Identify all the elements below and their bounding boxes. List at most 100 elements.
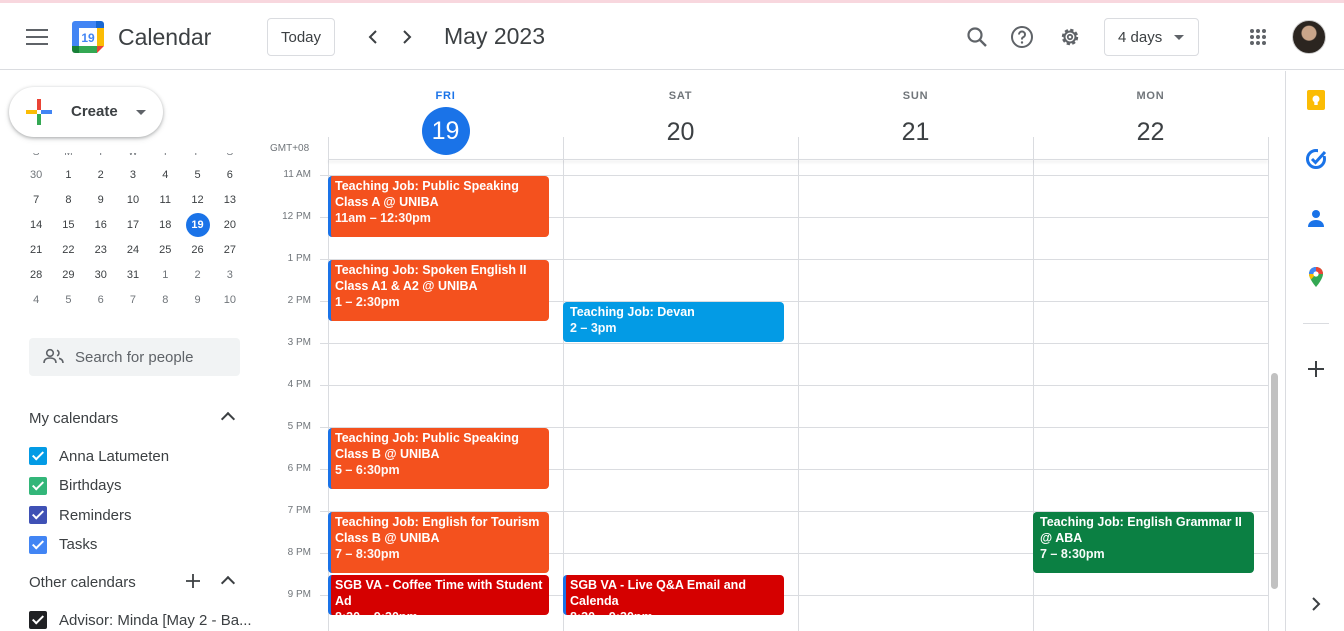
mini-day[interactable]: 30 [85,263,117,288]
mini-day[interactable]: 31 [117,263,149,288]
mini-day[interactable]: 1 [52,163,84,188]
view-selector[interactable]: 4 days [1104,18,1199,56]
calendar-list-item[interactable]: Anna Latumeten [29,446,169,466]
calendar-event[interactable]: SGB VA - Coffee Time with Student Ad8:30… [328,575,549,615]
search-people-input[interactable]: Search for people [29,338,240,376]
day-number[interactable]: 19 [421,107,470,155]
grid-scrollbar[interactable] [1271,373,1278,589]
settings-icon[interactable] [1054,21,1086,53]
contacts-icon[interactable] [1305,207,1327,229]
day-header[interactable]: SAT 20 [563,71,798,159]
mini-day[interactable]: 7 [117,288,149,313]
mini-day[interactable]: 15 [52,213,84,238]
mini-day[interactable]: 4 [149,163,181,188]
mini-day[interactable]: 21 [20,238,52,263]
mini-day[interactable]: 27 [214,238,246,263]
mini-day[interactable]: 10 [214,288,246,313]
keep-icon[interactable] [1305,89,1327,111]
mini-day-label: 1 [162,269,169,281]
chevron-up-icon[interactable] [220,411,236,427]
event-title: SGB VA - Live Q&A Email and Calenda [570,578,746,608]
mini-day[interactable]: 28 [20,263,52,288]
checkbox[interactable] [29,476,47,495]
menu-icon[interactable] [26,29,48,45]
avatar[interactable] [1292,20,1326,54]
mini-day[interactable]: 24 [117,238,149,263]
mini-day[interactable]: 2 [85,163,117,188]
day-number[interactable]: 20 [656,107,706,157]
other-calendars-title[interactable]: Other calendars [29,574,136,591]
calendar-list-item[interactable]: Birthdays [29,476,122,496]
create-button[interactable]: Create [9,87,163,137]
mini-day[interactable]: 13 [214,188,246,213]
mini-day[interactable]: 6 [85,288,117,313]
calendar-list-item[interactable]: Reminders [29,505,132,525]
calendar-logo-icon[interactable]: 19 [71,20,105,54]
mini-day[interactable]: 19 [181,213,213,238]
mini-day[interactable]: 5 [181,163,213,188]
mini-day[interactable]: 12 [181,188,213,213]
mini-day[interactable]: 29 [52,263,84,288]
chevron-left-icon[interactable] [359,23,387,51]
add-other-calendar-icon[interactable] [185,573,201,589]
mini-day[interactable]: 10 [117,188,149,213]
mini-day[interactable]: 22 [52,238,84,263]
calendar-event[interactable]: Teaching Job: English for Tourism Class … [328,512,549,573]
checkbox[interactable] [29,506,47,524]
current-month: May 2023 [444,23,546,49]
mini-day[interactable]: 3 [214,263,246,288]
checkbox[interactable] [29,611,47,629]
my-calendars-title[interactable]: My calendars [29,410,118,427]
caret-down-icon [136,110,146,115]
mini-day[interactable]: 16 [85,213,117,238]
calendar-event[interactable]: Teaching Job: Public Speaking Class B @ … [328,428,549,489]
mini-day[interactable]: 1 [149,263,181,288]
mini-day[interactable]: 7 [20,188,52,213]
mini-day[interactable]: 26 [181,238,213,263]
calendar-event[interactable]: Teaching Job: Devan 2 – 3pm [563,302,784,342]
calendar-event[interactable]: Teaching Job: Spoken English II Class A1… [328,260,549,321]
apps-grid-icon[interactable] [1242,21,1274,53]
checkbox[interactable] [29,535,47,554]
day-number[interactable]: 21 [891,107,941,157]
mini-day[interactable]: 18 [149,213,181,238]
day-header[interactable]: FRI 19 [328,71,563,159]
day-header[interactable]: MON 22 [1033,71,1268,159]
calendar-event[interactable]: Teaching Job: Public Speaking Class A @ … [328,176,549,237]
maps-icon[interactable] [1305,266,1327,288]
calendar-event[interactable]: SGB VA - Live Q&A Email and Calenda8:30 … [563,575,784,615]
mini-day[interactable]: 8 [52,188,84,213]
chevron-up-icon[interactable] [220,575,236,591]
mini-day[interactable]: 9 [181,288,213,313]
mini-day-label: 3 [226,269,233,281]
tasks-icon[interactable] [1305,148,1327,170]
checkbox[interactable] [29,447,47,465]
mini-day[interactable]: 3 [117,163,149,188]
mini-day[interactable]: 4 [20,288,52,313]
calendar-event[interactable]: Teaching Job: English Grammar II @ ABA 7 … [1033,512,1254,573]
mini-day[interactable]: 30 [20,163,52,188]
chevron-right-icon[interactable] [393,23,421,51]
mini-day[interactable]: 11 [149,188,181,213]
mini-day[interactable]: 17 [117,213,149,238]
mini-day[interactable]: 8 [149,288,181,313]
chevron-right-icon[interactable] [1305,593,1327,615]
mini-day[interactable]: 20 [214,213,246,238]
today-button[interactable]: Today [267,18,335,56]
calendar-name: Reminders [59,506,132,524]
calendar-list-item[interactable]: Advisor: Minda [May 2 - Ba... [29,610,252,630]
mini-day-label: 14 [30,219,43,231]
mini-day[interactable]: 6 [214,163,246,188]
mini-day[interactable]: 14 [20,213,52,238]
help-icon[interactable] [1006,21,1038,53]
mini-day[interactable]: 23 [85,238,117,263]
mini-day[interactable]: 2 [181,263,213,288]
day-number[interactable]: 22 [1126,107,1176,157]
mini-day[interactable]: 9 [85,188,117,213]
add-icon[interactable] [1305,358,1327,380]
calendar-list-item[interactable]: Tasks [29,535,97,555]
day-header[interactable]: SUN 21 [798,71,1033,159]
search-icon[interactable] [961,21,993,53]
mini-day[interactable]: 25 [149,238,181,263]
mini-day[interactable]: 5 [52,288,84,313]
